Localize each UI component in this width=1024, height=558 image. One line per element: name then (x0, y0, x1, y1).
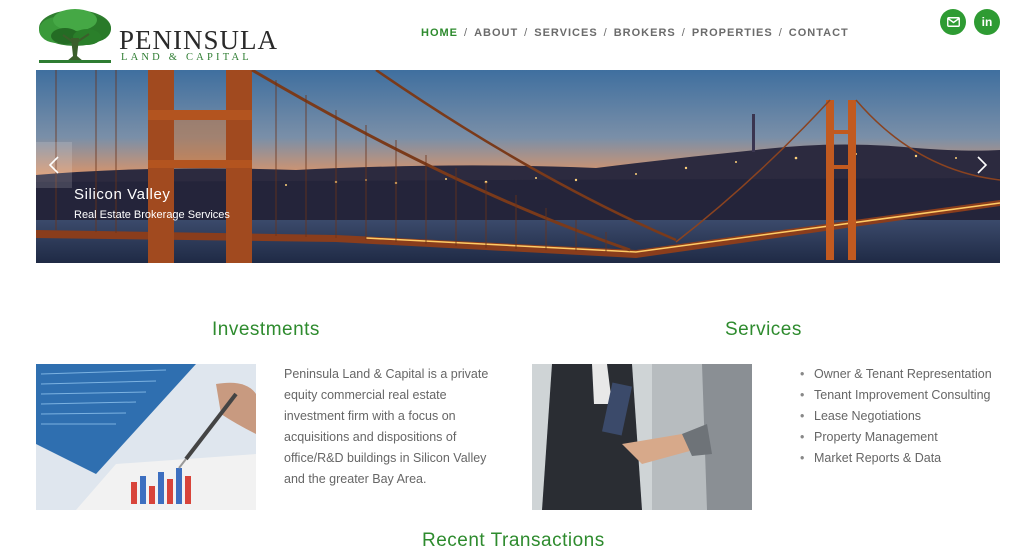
chevron-right-icon (977, 156, 988, 174)
nav-about[interactable]: ABOUT (474, 27, 518, 39)
email-button[interactable] (940, 9, 966, 35)
hero-title: Silicon Valley (74, 186, 171, 203)
nav-services[interactable]: SERVICES (534, 27, 597, 39)
nav-home[interactable]: HOME (421, 27, 458, 39)
investments-photo (36, 364, 256, 510)
hero-slider[interactable]: Silicon Valley Real Estate Brokerage Ser… (36, 70, 1000, 263)
linkedin-icon: in (981, 15, 993, 29)
tree-logo-icon (39, 9, 111, 63)
handshake-image (532, 364, 752, 510)
nav-brokers[interactable]: BROKERS (614, 27, 676, 39)
tablet-chart-image (36, 364, 256, 510)
services-photo (532, 364, 752, 510)
chevron-left-icon (48, 156, 59, 174)
linkedin-button[interactable]: in (974, 9, 1000, 35)
nav-contact[interactable]: CONTACT (789, 27, 849, 39)
nav-separator: / (464, 27, 469, 39)
mail-icon (946, 17, 960, 27)
site-header: PENINSULA LAND & CAPITAL HOME / ABOUT / … (0, 0, 1024, 70)
logo-tagline: LAND & CAPITAL (121, 52, 252, 63)
slider-next-button[interactable] (964, 142, 1000, 188)
list-item: Market Reports & Data (800, 448, 1015, 469)
nav-separator: / (603, 27, 608, 39)
hero-subtitle: Real Estate Brokerage Services (74, 209, 230, 221)
investments-heading: Investments (212, 319, 320, 340)
site-logo[interactable]: PENINSULA LAND & CAPITAL (37, 8, 277, 66)
recent-transactions-heading: Recent Transactions (422, 530, 605, 551)
list-item: Lease Negotiations (800, 406, 1015, 427)
nav-separator: / (778, 27, 783, 39)
hero-image (36, 70, 1000, 263)
services-list: Owner & Tenant Representation Tenant Imp… (800, 364, 1015, 469)
main-nav: HOME / ABOUT / SERVICES / BROKERS / PROP… (421, 27, 849, 39)
list-item: Owner & Tenant Representation (800, 364, 1015, 385)
services-heading: Services (725, 319, 802, 340)
list-item: Tenant Improvement Consulting (800, 385, 1015, 406)
logo-name: PENINSULA (119, 25, 279, 55)
nav-separator: / (524, 27, 529, 39)
investments-description: Peninsula Land & Capital is a private eq… (284, 367, 489, 486)
nav-properties[interactable]: PROPERTIES (692, 27, 773, 39)
list-item: Property Management (800, 427, 1015, 448)
nav-separator: / (681, 27, 686, 39)
slider-prev-button[interactable] (36, 142, 72, 188)
